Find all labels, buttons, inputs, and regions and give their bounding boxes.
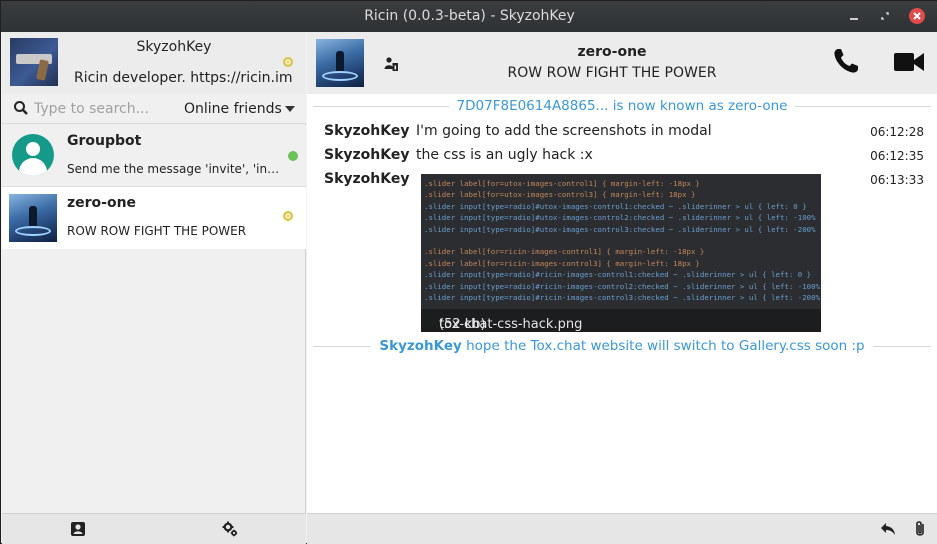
attachment-caption: tox-chat-css-hack.png (52 kb) [421, 309, 821, 332]
profile-header[interactable]: SkyzohKey Ricin developer. https://ricin… [2, 32, 306, 94]
settings-icon[interactable] [221, 520, 239, 538]
message-text: I'm going to add the screenshots in moda… [416, 123, 712, 139]
close-icon[interactable] [909, 8, 925, 24]
action-text: hope the Tox.chat website will switch to… [466, 338, 865, 354]
app-window: Ricin (0.0.3-beta) - SkyzohKey SkyzohKey… [0, 0, 937, 544]
chat-contact-status: ROW ROW FIGHT THE POWER [507, 65, 717, 81]
video-call-icon[interactable] [893, 50, 925, 74]
presence-online-icon [288, 151, 298, 161]
message-time: 06:12:28 [870, 125, 924, 139]
search-icon [14, 101, 28, 115]
message-author[interactable]: SkyzohKey [324, 171, 409, 187]
chevron-down-icon[interactable] [285, 106, 295, 112]
action-author[interactable]: SkyzohKey [379, 338, 461, 354]
restore-icon[interactable] [877, 8, 893, 24]
chat-header: zero-one ROW ROW FIGHT THE POWER [307, 32, 937, 94]
message-text: the css is an ugly hack :x [416, 147, 593, 163]
chat-contact-name: zero-one [577, 44, 647, 60]
friend-filter-select[interactable]: Online friends [184, 101, 282, 117]
contact-name: Groupbot [67, 133, 142, 149]
system-notice: 7D07F8E0614A8865... is now known as zero… [313, 95, 931, 117]
contact-status: Send me the message 'invite', 'info', 'h… [67, 162, 282, 176]
profile-status-message[interactable]: Ricin developer. https://ricin.im [74, 70, 293, 86]
message-author[interactable]: SkyzohKey [324, 147, 409, 163]
system-notice-text: 7D07F8E0614A8865... is now known as zero… [448, 98, 796, 114]
presence-away-icon[interactable] [283, 57, 293, 67]
message-time: 06:12:35 [870, 149, 924, 163]
message-author[interactable]: SkyzohKey [324, 123, 409, 139]
attach-file-icon[interactable] [911, 520, 929, 538]
title-bar: Ricin (0.0.3-beta) - SkyzohKey [1, 1, 937, 32]
image-avatar [9, 194, 57, 242]
add-contact-icon[interactable] [69, 520, 87, 538]
phone-icon[interactable] [831, 46, 861, 76]
message-row: SkyzohKey the css is an ugly hack :x 06:… [324, 147, 924, 169]
window-title: Ricin (0.0.3-beta) - SkyzohKey [364, 8, 575, 24]
quote-reply-icon[interactable] [879, 520, 897, 538]
contact-item-zero-one[interactable]: zero-one ROW ROW FIGHT THE POWER [2, 187, 306, 249]
search-bar: Online friends [2, 94, 306, 124]
image-attachment[interactable]: .slider label[for=utox-images-control1] … [421, 174, 821, 332]
contact-item-groupbot[interactable]: Groupbot Send me the message 'invite', '… [2, 125, 306, 187]
minimize-icon[interactable] [846, 8, 862, 24]
avatar[interactable] [10, 38, 58, 86]
contact-name: zero-one [67, 195, 137, 211]
default-user-avatar [12, 134, 54, 176]
message-row: SkyzohKey I'm going to add the screensho… [324, 123, 924, 145]
sidebar-toolbar [2, 513, 306, 544]
search-input[interactable] [34, 99, 174, 119]
attachment-code: .slider label[for=utox-images-control1] … [424, 179, 821, 303]
profile-name[interactable]: SkyzohKey [74, 39, 274, 55]
presence-away-icon [283, 211, 293, 221]
action-notice: SkyzohKey hope the Tox.chat website will… [313, 335, 931, 357]
attachment-size: (52 kb) [439, 317, 486, 332]
chat-toolbar [307, 513, 937, 544]
contact-status: ROW ROW FIGHT THE POWER [67, 224, 247, 238]
message-time: 06:13:33 [870, 173, 924, 187]
sidebar: SkyzohKey Ricin developer. https://ricin… [2, 32, 306, 513]
